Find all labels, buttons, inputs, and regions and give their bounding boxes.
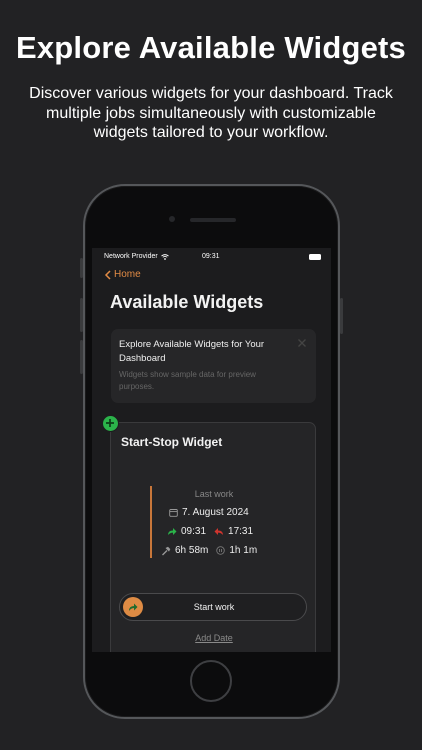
- info-card-text: Widgets show sample data for preview pur…: [119, 370, 256, 391]
- start-stop-widget-card[interactable]: Start-Stop Widget Last work 7. August 20…: [110, 422, 316, 652]
- arrow-left-icon: [214, 528, 224, 535]
- start-work-label: Start work: [193, 602, 235, 612]
- volume-up-button: [80, 298, 83, 332]
- add-widget-button[interactable]: [102, 415, 119, 432]
- widget-title: Start-Stop Widget: [121, 435, 223, 449]
- plus-icon: [106, 419, 114, 427]
- network-provider-label: Network Provider: [104, 253, 158, 260]
- last-work-duration-row: 6h 58m 1h 1m: [161, 545, 257, 556]
- add-date-link[interactable]: Add Date: [111, 633, 317, 643]
- wifi-icon: [160, 253, 169, 260]
- status-time: 09:31: [202, 253, 220, 260]
- mute-switch: [80, 258, 83, 278]
- pause-duration: 1h 1m: [229, 545, 258, 556]
- last-work-times-row: 09:31 17:31: [167, 526, 253, 537]
- page-title: Available Widgets: [110, 292, 264, 312]
- last-work-date-row: 7. August 2024: [169, 507, 249, 518]
- calendar-icon: [169, 509, 178, 517]
- network-provider: Network Provider: [104, 253, 169, 260]
- last-work-label: Last work: [194, 489, 234, 499]
- work-duration: 6h 58m: [175, 545, 209, 556]
- start-work-button[interactable]: Start work: [119, 593, 307, 621]
- promo-title: Explore Available Widgets: [15, 30, 407, 65]
- promo-subtitle: Discover various widgets for your dashbo…: [29, 85, 393, 141]
- volume-down-button: [80, 340, 83, 374]
- power-button: [340, 298, 343, 334]
- arrow-right-icon: [168, 528, 177, 535]
- back-button[interactable]: Home: [104, 269, 141, 280]
- info-card-title: Explore Available Widgets for Your Dashb…: [119, 339, 265, 364]
- hammer-icon: [162, 546, 171, 555]
- app-screen: Network Provider 09:31 Home Available Wi…: [92, 248, 331, 652]
- battery-icon: [309, 254, 321, 260]
- close-icon[interactable]: [296, 337, 308, 349]
- phone-frame: Network Provider 09:31 Home Available Wi…: [80, 184, 343, 719]
- pause-icon: [216, 546, 226, 555]
- status-bar: Network Provider 09:31: [92, 252, 331, 264]
- chevron-left-icon: [104, 269, 111, 280]
- back-button-label: Home: [114, 269, 141, 280]
- last-work-date: 7. August 2024: [182, 507, 249, 518]
- home-button[interactable]: [190, 660, 232, 702]
- front-camera: [169, 216, 175, 222]
- accent-line: [150, 486, 152, 558]
- info-card: Explore Available Widgets for Your Dashb…: [111, 329, 316, 403]
- earpiece-speaker: [190, 218, 236, 222]
- last-work-end-time: 17:31: [228, 526, 254, 537]
- last-work-start-time: 09:31: [181, 526, 207, 537]
